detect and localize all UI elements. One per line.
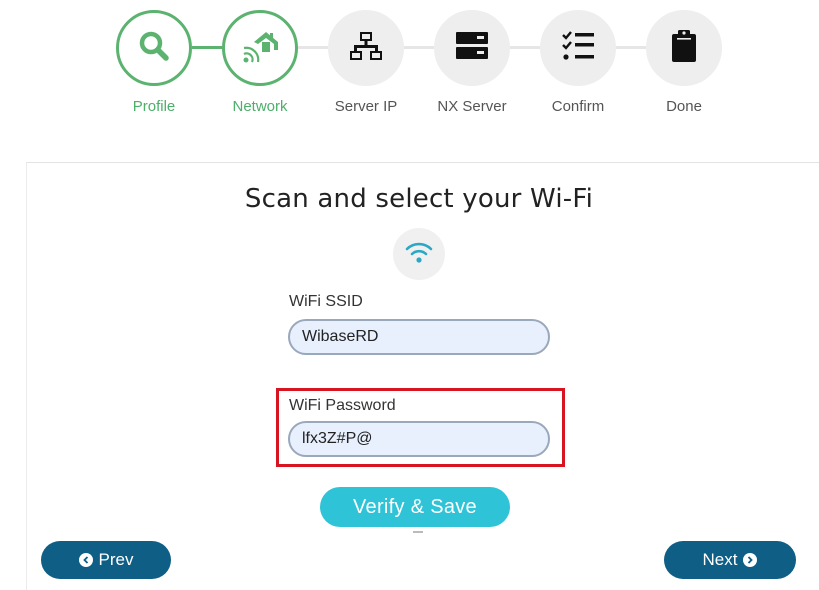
- ssid-input[interactable]: WibaseRD: [288, 319, 550, 355]
- prev-button[interactable]: Prev: [41, 541, 171, 579]
- ssid-label: WiFi SSID: [289, 293, 363, 310]
- step-network[interactable]: [222, 10, 298, 86]
- clipboard-icon: [671, 29, 697, 68]
- step-confirm[interactable]: [540, 10, 616, 86]
- next-label: Next: [702, 550, 738, 569]
- step-label-done: Done: [666, 98, 702, 115]
- step-connector: [298, 46, 328, 49]
- step-label-server-ip: Server IP: [334, 98, 398, 115]
- password-input[interactable]: lfx3Z#P@: [288, 421, 550, 457]
- next-button[interactable]: Next: [664, 541, 796, 579]
- step-server-ip[interactable]: [328, 10, 404, 86]
- network-icon: [349, 29, 383, 68]
- divider: [413, 531, 423, 533]
- step-connector: [192, 46, 222, 49]
- step-profile[interactable]: [116, 10, 192, 86]
- search-icon: [137, 29, 171, 68]
- step-label-profile: Profile: [132, 98, 176, 115]
- step-connector: [616, 46, 646, 49]
- checklist-icon: [561, 30, 595, 67]
- page-title: Scan and select your Wi-Fi: [244, 184, 594, 214]
- step-label-network: Network: [232, 98, 288, 115]
- wizard-stepper: Profile Network Server IP NX Server Conf…: [0, 0, 819, 130]
- step-connector: [404, 46, 434, 49]
- step-done[interactable]: [646, 10, 722, 86]
- wifi-scan-button[interactable]: [393, 228, 445, 280]
- prev-label: Prev: [98, 550, 134, 569]
- step-nx-server[interactable]: [434, 10, 510, 86]
- step-label-nx-server: NX Server: [437, 98, 507, 115]
- step-connector: [510, 46, 540, 49]
- chevron-right-icon: [743, 553, 758, 567]
- chevron-left-icon: [78, 553, 93, 567]
- verify-save-button[interactable]: Verify & Save: [320, 487, 510, 527]
- step-label-confirm: Confirm: [551, 98, 605, 115]
- password-label: WiFi Password: [289, 397, 396, 414]
- server-icon: [455, 31, 489, 66]
- wifi-icon: [405, 240, 433, 269]
- home-wifi-icon: [240, 28, 280, 69]
